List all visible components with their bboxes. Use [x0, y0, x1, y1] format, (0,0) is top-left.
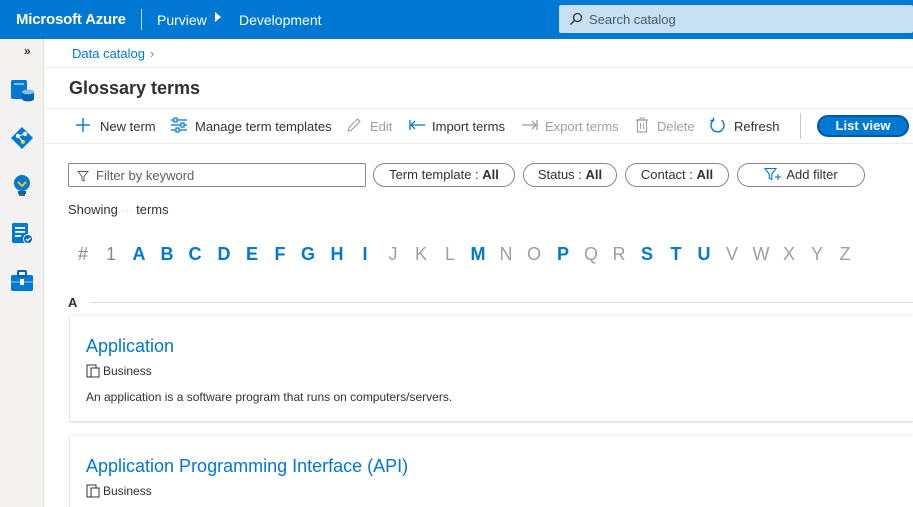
search-input[interactable] — [589, 8, 899, 30]
manage-templates-button[interactable]: Manage term templates — [195, 119, 332, 134]
new-term-button[interactable]: New term — [100, 119, 156, 134]
contact-value: All — [696, 167, 714, 182]
term-template-value: All — [482, 167, 499, 182]
term-template-name: Business — [103, 484, 152, 498]
export-icon — [522, 120, 538, 130]
alpha-v[interactable]: V — [722, 244, 742, 265]
page-title: Glossary terms — [69, 78, 201, 98]
search-box[interactable] — [559, 5, 913, 33]
alpha-k[interactable]: K — [411, 244, 431, 265]
showing-prefix: Showing — [68, 202, 118, 217]
keyword-filter-input[interactable] — [96, 166, 356, 184]
add-filter-icon — [764, 167, 782, 181]
alpha-x[interactable]: X — [779, 244, 799, 265]
term-template: Business — [86, 484, 152, 498]
term-card[interactable]: Application Programming Interface (API) … — [70, 436, 913, 507]
term-title[interactable]: Application Programming Interface (API) — [86, 456, 408, 477]
account-name[interactable]: Development — [239, 12, 322, 28]
plus-icon — [76, 118, 90, 132]
alpha-h[interactable]: H — [327, 244, 347, 265]
alpha-n[interactable]: N — [496, 244, 516, 265]
alpha-w[interactable]: W — [751, 244, 771, 265]
result-count: Showing ··· terms — [68, 202, 169, 217]
list-view-toggle[interactable]: List view — [817, 115, 909, 137]
alpha-f[interactable]: F — [270, 244, 290, 265]
alpha-hash[interactable]: # — [73, 244, 93, 265]
divider — [44, 67, 913, 68]
term-title[interactable]: Application — [86, 336, 174, 357]
top-bar: Microsoft Azure Purview Development — [0, 0, 913, 39]
alpha-a[interactable]: A — [129, 244, 149, 265]
alpha-t[interactable]: T — [666, 244, 686, 265]
manage-templates-icon — [171, 117, 187, 133]
term-card[interactable]: Application Business An application is a… — [70, 316, 913, 421]
term-template: Business — [86, 364, 152, 378]
alpha-r[interactable]: R — [609, 244, 629, 265]
search-icon — [570, 12, 583, 25]
delete-button[interactable]: Delete — [657, 119, 695, 134]
brand-title[interactable]: Microsoft Azure — [16, 11, 126, 28]
left-rail: » — [0, 39, 44, 507]
alpha-b[interactable]: B — [157, 244, 177, 265]
keyword-filter[interactable] — [68, 163, 366, 187]
alpha-1[interactable]: 1 — [101, 244, 121, 265]
management-icon[interactable] — [9, 268, 35, 294]
section-divider — [90, 302, 913, 303]
loading-dots: ··· — [121, 205, 133, 217]
alpha-m[interactable]: M — [468, 244, 488, 265]
topbar-divider — [141, 9, 142, 30]
expand-rail-icon[interactable]: » — [24, 44, 31, 58]
template-icon — [86, 364, 100, 378]
term-description: An application is a software program tha… — [86, 390, 453, 404]
term-template-label: Term template : — [389, 167, 483, 182]
term-template-filter[interactable]: Term template : All — [373, 163, 515, 187]
status-filter[interactable]: Status : All — [523, 163, 617, 187]
import-icon — [409, 120, 425, 130]
alpha-u[interactable]: U — [694, 244, 714, 265]
alpha-d[interactable]: D — [214, 244, 234, 265]
refresh-icon — [710, 117, 725, 133]
alpha-e[interactable]: E — [242, 244, 262, 265]
service-link[interactable]: Purview — [157, 12, 207, 28]
alpha-p[interactable]: P — [553, 244, 573, 265]
alpha-q[interactable]: Q — [581, 244, 601, 265]
status-value: All — [585, 167, 603, 182]
edit-icon — [347, 118, 361, 132]
edit-button[interactable]: Edit — [370, 119, 392, 134]
breadcrumb-data-catalog[interactable]: Data catalog — [72, 46, 145, 61]
alpha-l[interactable]: L — [440, 244, 460, 265]
insights-icon[interactable] — [9, 173, 35, 199]
refresh-button[interactable]: Refresh — [734, 119, 780, 134]
term-template-name: Business — [103, 364, 152, 378]
policy-icon[interactable] — [9, 221, 35, 247]
contact-label: Contact : — [640, 167, 697, 182]
import-terms-button[interactable]: Import terms — [432, 119, 505, 134]
export-terms-button[interactable]: Export terms — [545, 119, 619, 134]
alpha-c[interactable]: C — [185, 244, 205, 265]
showing-suffix: terms — [136, 202, 169, 217]
alpha-o[interactable]: O — [524, 244, 544, 265]
delete-icon — [636, 117, 648, 133]
alpha-y[interactable]: Y — [807, 244, 827, 265]
command-bar: New term Manage term templates Edit Impo… — [44, 108, 913, 144]
status-label: Status : — [537, 167, 586, 182]
data-catalog-icon[interactable] — [9, 77, 35, 103]
filter-icon — [77, 171, 89, 182]
add-filter-button[interactable]: Add filter — [737, 163, 865, 187]
contact-filter[interactable]: Contact : All — [625, 163, 729, 187]
command-divider — [800, 113, 801, 139]
alpha-s[interactable]: S — [637, 244, 657, 265]
template-icon — [86, 484, 100, 498]
chevron-right-icon: › — [150, 46, 155, 61]
alpha-j[interactable]: J — [383, 244, 403, 265]
caret-right-icon — [215, 12, 221, 22]
section-header-a: A — [68, 295, 78, 310]
data-map-icon[interactable] — [9, 125, 35, 151]
alpha-i[interactable]: I — [355, 244, 375, 265]
add-filter-label: Add filter — [786, 167, 838, 182]
alpha-z[interactable]: Z — [835, 244, 855, 265]
alpha-g[interactable]: G — [298, 244, 318, 265]
